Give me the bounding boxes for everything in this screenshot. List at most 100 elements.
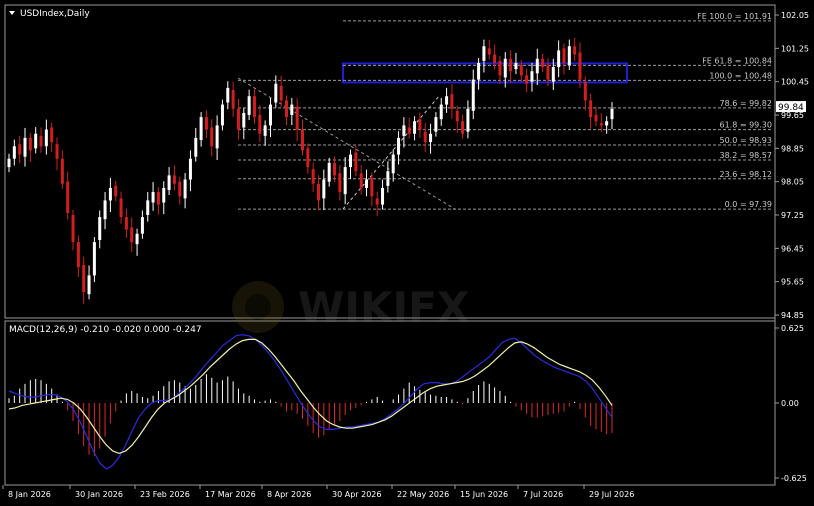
price-tick-label: 102.05 — [781, 11, 809, 20]
price-tick-label: 97.25 — [781, 211, 804, 220]
candle — [242, 107, 246, 140]
candle — [423, 123, 427, 153]
candle — [220, 99, 224, 131]
candle — [151, 182, 155, 211]
candle — [594, 106, 598, 127]
candle — [317, 175, 321, 211]
time-tick-label: 23 Feb 2026 — [140, 490, 190, 499]
macd-axis: 0.625 0.00 -0.625 — [775, 324, 807, 483]
symbol-dropdown-icon[interactable] — [9, 11, 15, 15]
candle — [370, 172, 374, 207]
watermark: WIKIFX — [232, 281, 469, 333]
macd-tick-label: 0.00 — [781, 399, 799, 408]
candle — [103, 192, 107, 230]
price-axis: 102.05101.25100.4599.6598.8598.0597.2596… — [775, 11, 809, 320]
candle — [429, 123, 433, 154]
candle — [34, 127, 38, 154]
fib-level-label: 38.2 = 98.57 — [719, 151, 772, 160]
candle — [386, 161, 390, 193]
price-pane-frame — [4, 4, 776, 319]
candle — [162, 181, 166, 215]
candle — [204, 110, 208, 138]
candle — [114, 180, 118, 202]
chart-svg: WIKIFX FE 100.0 = 101.91 FE 61.8 = 100.84… — [2, 4, 809, 499]
candle — [322, 169, 326, 210]
candle — [487, 40, 491, 60]
candle — [98, 210, 102, 249]
current-price-tag: 99.84 — [776, 101, 806, 113]
candle — [354, 145, 358, 177]
candle — [583, 76, 587, 111]
candle — [439, 97, 443, 126]
candle — [130, 217, 134, 253]
candlesticks — [7, 37, 614, 304]
candle — [124, 208, 128, 238]
candle — [167, 167, 171, 195]
resistance-zone — [342, 62, 628, 84]
candle — [87, 265, 91, 300]
candle — [258, 105, 262, 143]
candle — [284, 95, 288, 126]
candle — [231, 81, 235, 118]
time-tick-label: 30 Jan 2026 — [75, 490, 123, 499]
fib-level-label: 50.0 = 98.93 — [719, 136, 772, 145]
candle — [455, 105, 459, 133]
watermark-text: WIKIFX — [298, 283, 469, 332]
candle — [461, 114, 465, 139]
candle — [215, 115, 219, 160]
price-tick-label: 101.25 — [781, 44, 809, 53]
candle — [194, 127, 198, 162]
candle — [44, 119, 48, 155]
candle — [199, 112, 203, 147]
time-tick-label: 8 Apr 2026 — [267, 490, 311, 499]
time-tick-label: 17 Mar 2026 — [205, 490, 256, 499]
candle — [509, 50, 513, 83]
fib-level-label: FE 61.8 = 100.84 — [702, 56, 772, 65]
candle — [50, 122, 54, 153]
candle — [338, 165, 342, 201]
candle — [381, 179, 385, 210]
time-axis: 8 Jan 2026 30 Jan 2026 23 Feb 2026 17 Mar 2… — [2, 485, 634, 499]
candle — [66, 171, 70, 220]
fib-level-label: 0.0 = 97.39 — [725, 200, 772, 209]
chart-window: WIKIFX FE 100.0 = 101.91 FE 61.8 = 100.84… — [0, 0, 814, 502]
candle — [140, 210, 144, 239]
candle — [541, 53, 545, 73]
candle — [471, 69, 475, 120]
time-tick-label: 15 Jun 2026 — [460, 490, 508, 499]
candle — [610, 102, 614, 130]
candle — [578, 42, 582, 88]
fib-level-label: 23.6 = 98.12 — [719, 170, 772, 179]
candle — [76, 235, 80, 278]
candle — [450, 84, 454, 119]
candle — [210, 119, 214, 157]
candle — [71, 210, 75, 251]
time-tick-label: 29 Jul 2026 — [589, 490, 634, 499]
candle — [172, 165, 176, 191]
price-tick-label: 96.45 — [781, 244, 804, 253]
candle — [268, 97, 272, 138]
chart-header: USDIndex,Daily — [9, 9, 90, 19]
candle — [589, 93, 593, 129]
candle — [18, 135, 22, 163]
candle — [530, 62, 534, 92]
candle — [391, 149, 395, 182]
candle — [263, 120, 267, 146]
candle — [178, 176, 182, 205]
candle — [359, 165, 363, 195]
candle — [365, 169, 369, 197]
candle — [402, 117, 406, 148]
candle — [306, 143, 310, 174]
candle — [466, 100, 470, 139]
candle — [311, 162, 315, 193]
candle — [252, 87, 256, 124]
time-tick-label: 7 Jul 2026 — [523, 490, 563, 499]
price-tick-label: 98.85 — [781, 144, 804, 153]
macd-signal-line — [8, 338, 613, 455]
candle — [418, 112, 422, 138]
candle — [573, 37, 577, 62]
chart-title: USDIndex,Daily — [20, 9, 90, 19]
macd-tick-label: -0.625 — [781, 474, 807, 483]
fib-level-label: FE 100.0 = 101.91 — [697, 12, 772, 21]
macd-main-line — [8, 333, 613, 470]
